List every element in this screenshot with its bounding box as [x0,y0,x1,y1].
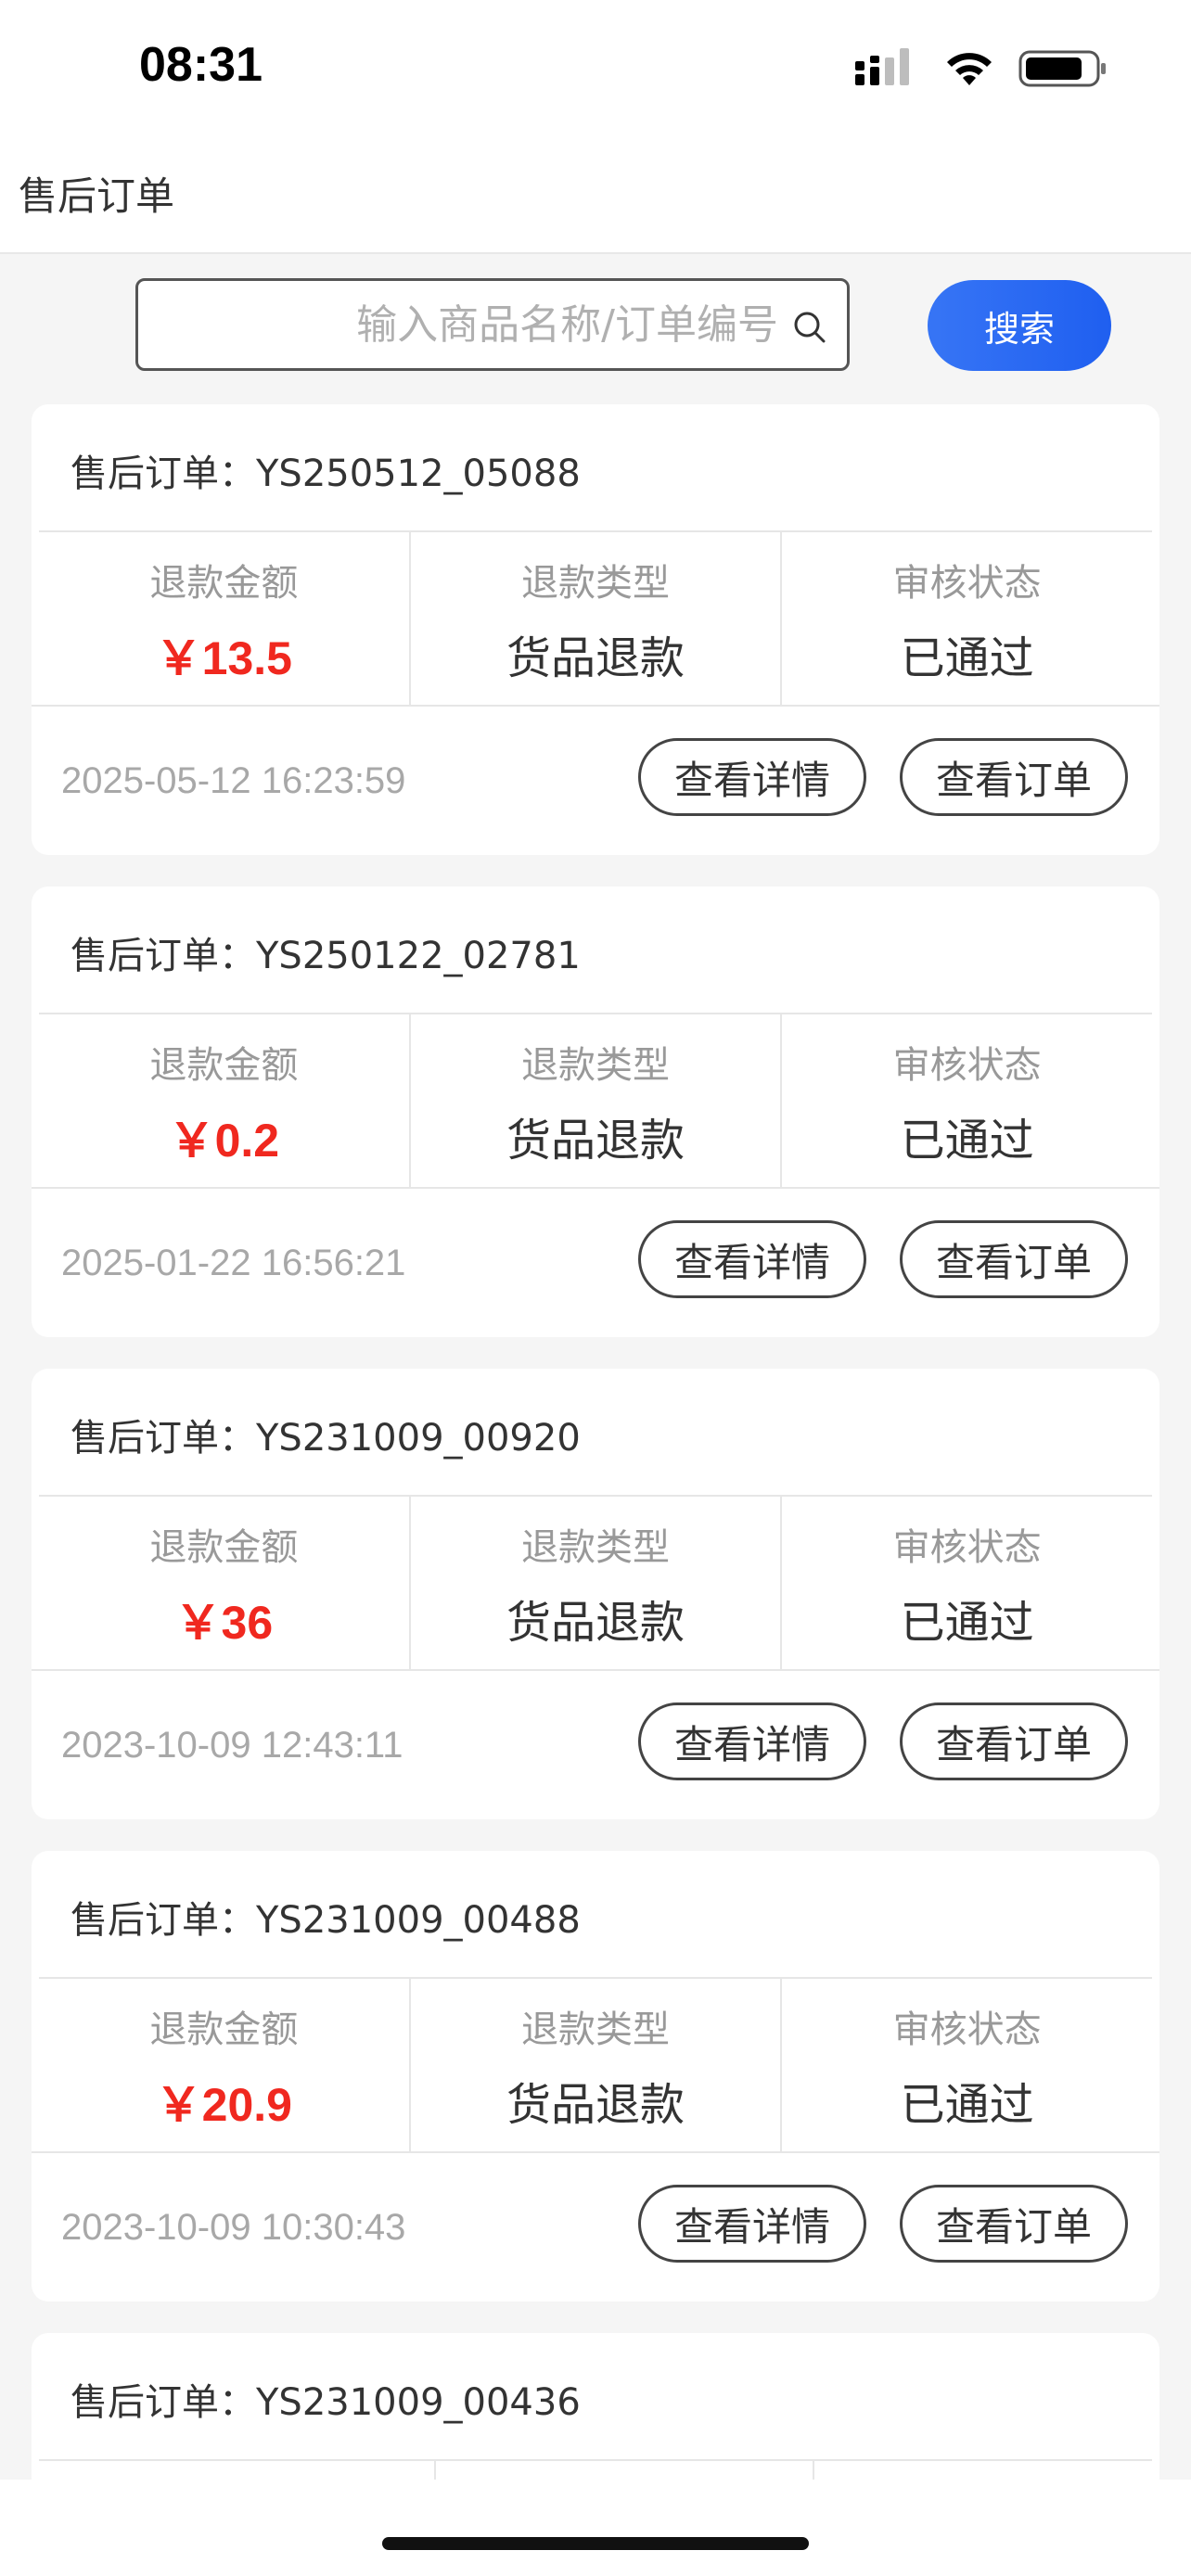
order-card: 售后订单：YS231009_00920 退款金额 ￥36 退款类型 货品退款 审… [32,1369,1159,1819]
order-number: YS231009_00920 [256,1417,581,1460]
search-icon[interactable] [791,309,828,346]
refund-type-label: 退款类型 [521,1044,670,1087]
order-number: YS250122_02781 [256,935,581,977]
review-status-cell: 审核状态 已通过 [782,532,1152,705]
home-indicator-area [0,2480,1191,2576]
review-status: 已通过 [900,632,1034,684]
review-status-cell: 审核状态 已通过 [782,1497,1152,1669]
order-info-grid: 退款金额 ￥20.9 退款类型 货品退款 审核状态 已通过 [39,1979,1152,2151]
refund-type-label: 退款类型 [521,562,670,605]
refund-type-cell: 退款类型 货品退款 [411,1979,783,2151]
order-time: 2023-10-09 10:30:43 [61,2207,406,2248]
refund-type: 货品退款 [506,1115,685,1167]
refund-amount: ￥36 [174,1597,274,1649]
review-status-label: 审核状态 [892,1044,1042,1087]
review-status: 已通过 [900,1597,1034,1649]
page-title: 售后订单 [19,173,175,219]
order-time: 2023-10-09 12:43:11 [61,1725,403,1766]
refund-type-cell: 退款类型 货品退款 [411,1497,783,1669]
review-status-cell: 审核状态 已通过 [782,1014,1152,1187]
order-card: 售后订单：YS231009_00488 退款金额 ￥20.9 退款类型 货品退款… [32,1851,1159,2302]
order-number-label: 售后订单： [70,1899,256,1942]
review-status-label: 审核状态 [892,1526,1042,1569]
order-number-label: 售后订单： [70,1417,256,1460]
wifi-icon [947,53,992,85]
order-number-label: 售后订单： [70,935,256,977]
divider [32,2151,1159,2153]
view-order-button[interactable]: 查看订单 [900,1220,1128,1298]
refund-type-label: 退款类型 [521,2009,670,2051]
refund-amount: ￥0.2 [168,1115,280,1167]
order-number-row: 售后订单：YS250122_02781 [70,925,581,979]
search-row: 搜索 [0,254,1191,393]
view-detail-button[interactable]: 查看详情 [638,1220,866,1298]
view-detail-button[interactable]: 查看详情 [638,2185,866,2263]
search-box[interactable] [135,278,850,371]
divider [32,705,1159,707]
home-indicator[interactable] [382,2537,809,2550]
order-number: YS231009_00488 [256,1899,581,1942]
review-status: 已通过 [900,2079,1034,2131]
battery-icon [1018,50,1106,87]
search-input[interactable] [157,287,778,363]
order-number-label: 售后订单： [70,2381,256,2424]
order-time: 2025-01-22 16:56:21 [61,1243,406,1283]
view-order-button[interactable]: 查看订单 [900,1702,1128,1780]
order-info-grid: 退款金额 ￥13.5 退款类型 货品退款 审核状态 已通过 [39,532,1152,705]
refund-amount-cell: 退款金额 ￥13.5 [39,532,411,705]
divider [434,2461,436,2480]
order-card: 售后订单：YS250512_05088 退款金额 ￥13.5 退款类型 货品退款… [32,404,1159,855]
order-info-grid: 退款金额 ￥36 退款类型 货品退款 审核状态 已通过 [39,1497,1152,1669]
review-status-label: 审核状态 [892,562,1042,605]
signal-icon [855,48,909,85]
refund-amount-cell: 退款金额 ￥0.2 [39,1014,411,1187]
review-status-label: 审核状态 [892,2009,1042,2051]
view-detail-button[interactable]: 查看详情 [638,738,866,816]
order-info-grid: 退款金额 ￥0.2 退款类型 货品退款 审核状态 已通过 [39,1014,1152,1187]
refund-amount-cell: 退款金额 ￥20.9 [39,1979,411,2151]
status-bar: 08:31 [0,0,1191,130]
view-detail-button[interactable]: 查看详情 [638,1702,866,1780]
refund-amount-label: 退款金额 [149,1526,299,1569]
order-number-label: 售后订单： [70,453,256,495]
order-card: 售后订单：YS250122_02781 退款金额 ￥0.2 退款类型 货品退款 … [32,886,1159,1337]
nav-bar: 售后订单 [0,130,1191,254]
refund-amount-label: 退款金额 [149,2009,299,2051]
view-order-button[interactable]: 查看订单 [900,2185,1128,2263]
review-status: 已通过 [900,1115,1034,1167]
order-number: YS250512_05088 [256,453,581,495]
order-number-row: 售后订单：YS231009_00488 [70,1890,581,1944]
status-icons [855,48,1108,89]
search-button[interactable]: 搜索 [928,280,1111,371]
order-time: 2025-05-12 16:23:59 [61,760,406,801]
refund-type-cell: 退款类型 货品退款 [411,1014,783,1187]
status-time: 08:31 [139,38,263,92]
divider [39,2459,1152,2461]
refund-type-cell: 退款类型 货品退款 [411,532,783,705]
refund-amount-label: 退款金额 [149,1044,299,1087]
refund-amount-label: 退款金额 [149,562,299,605]
refund-type: 货品退款 [506,1597,685,1649]
order-number-row: 售后订单：YS250512_05088 [70,443,581,497]
refund-type: 货品退款 [506,632,685,684]
divider [813,2461,814,2480]
order-number-row: 售后订单：YS231009_00436 [70,2372,581,2426]
divider [32,1669,1159,1671]
refund-type: 货品退款 [506,2079,685,2131]
order-number: YS231009_00436 [256,2381,581,2424]
divider [32,1187,1159,1189]
refund-type-label: 退款类型 [521,1526,670,1569]
view-order-button[interactable]: 查看订单 [900,738,1128,816]
review-status-cell: 审核状态 已通过 [782,1979,1152,2151]
refund-amount-cell: 退款金额 ￥36 [39,1497,411,1669]
order-card: 售后订单：YS231009_00436 [32,2333,1159,2480]
refund-amount: ￥13.5 [155,632,292,684]
order-number-row: 售后订单：YS231009_00920 [70,1408,581,1461]
refund-amount: ￥20.9 [155,2079,292,2131]
